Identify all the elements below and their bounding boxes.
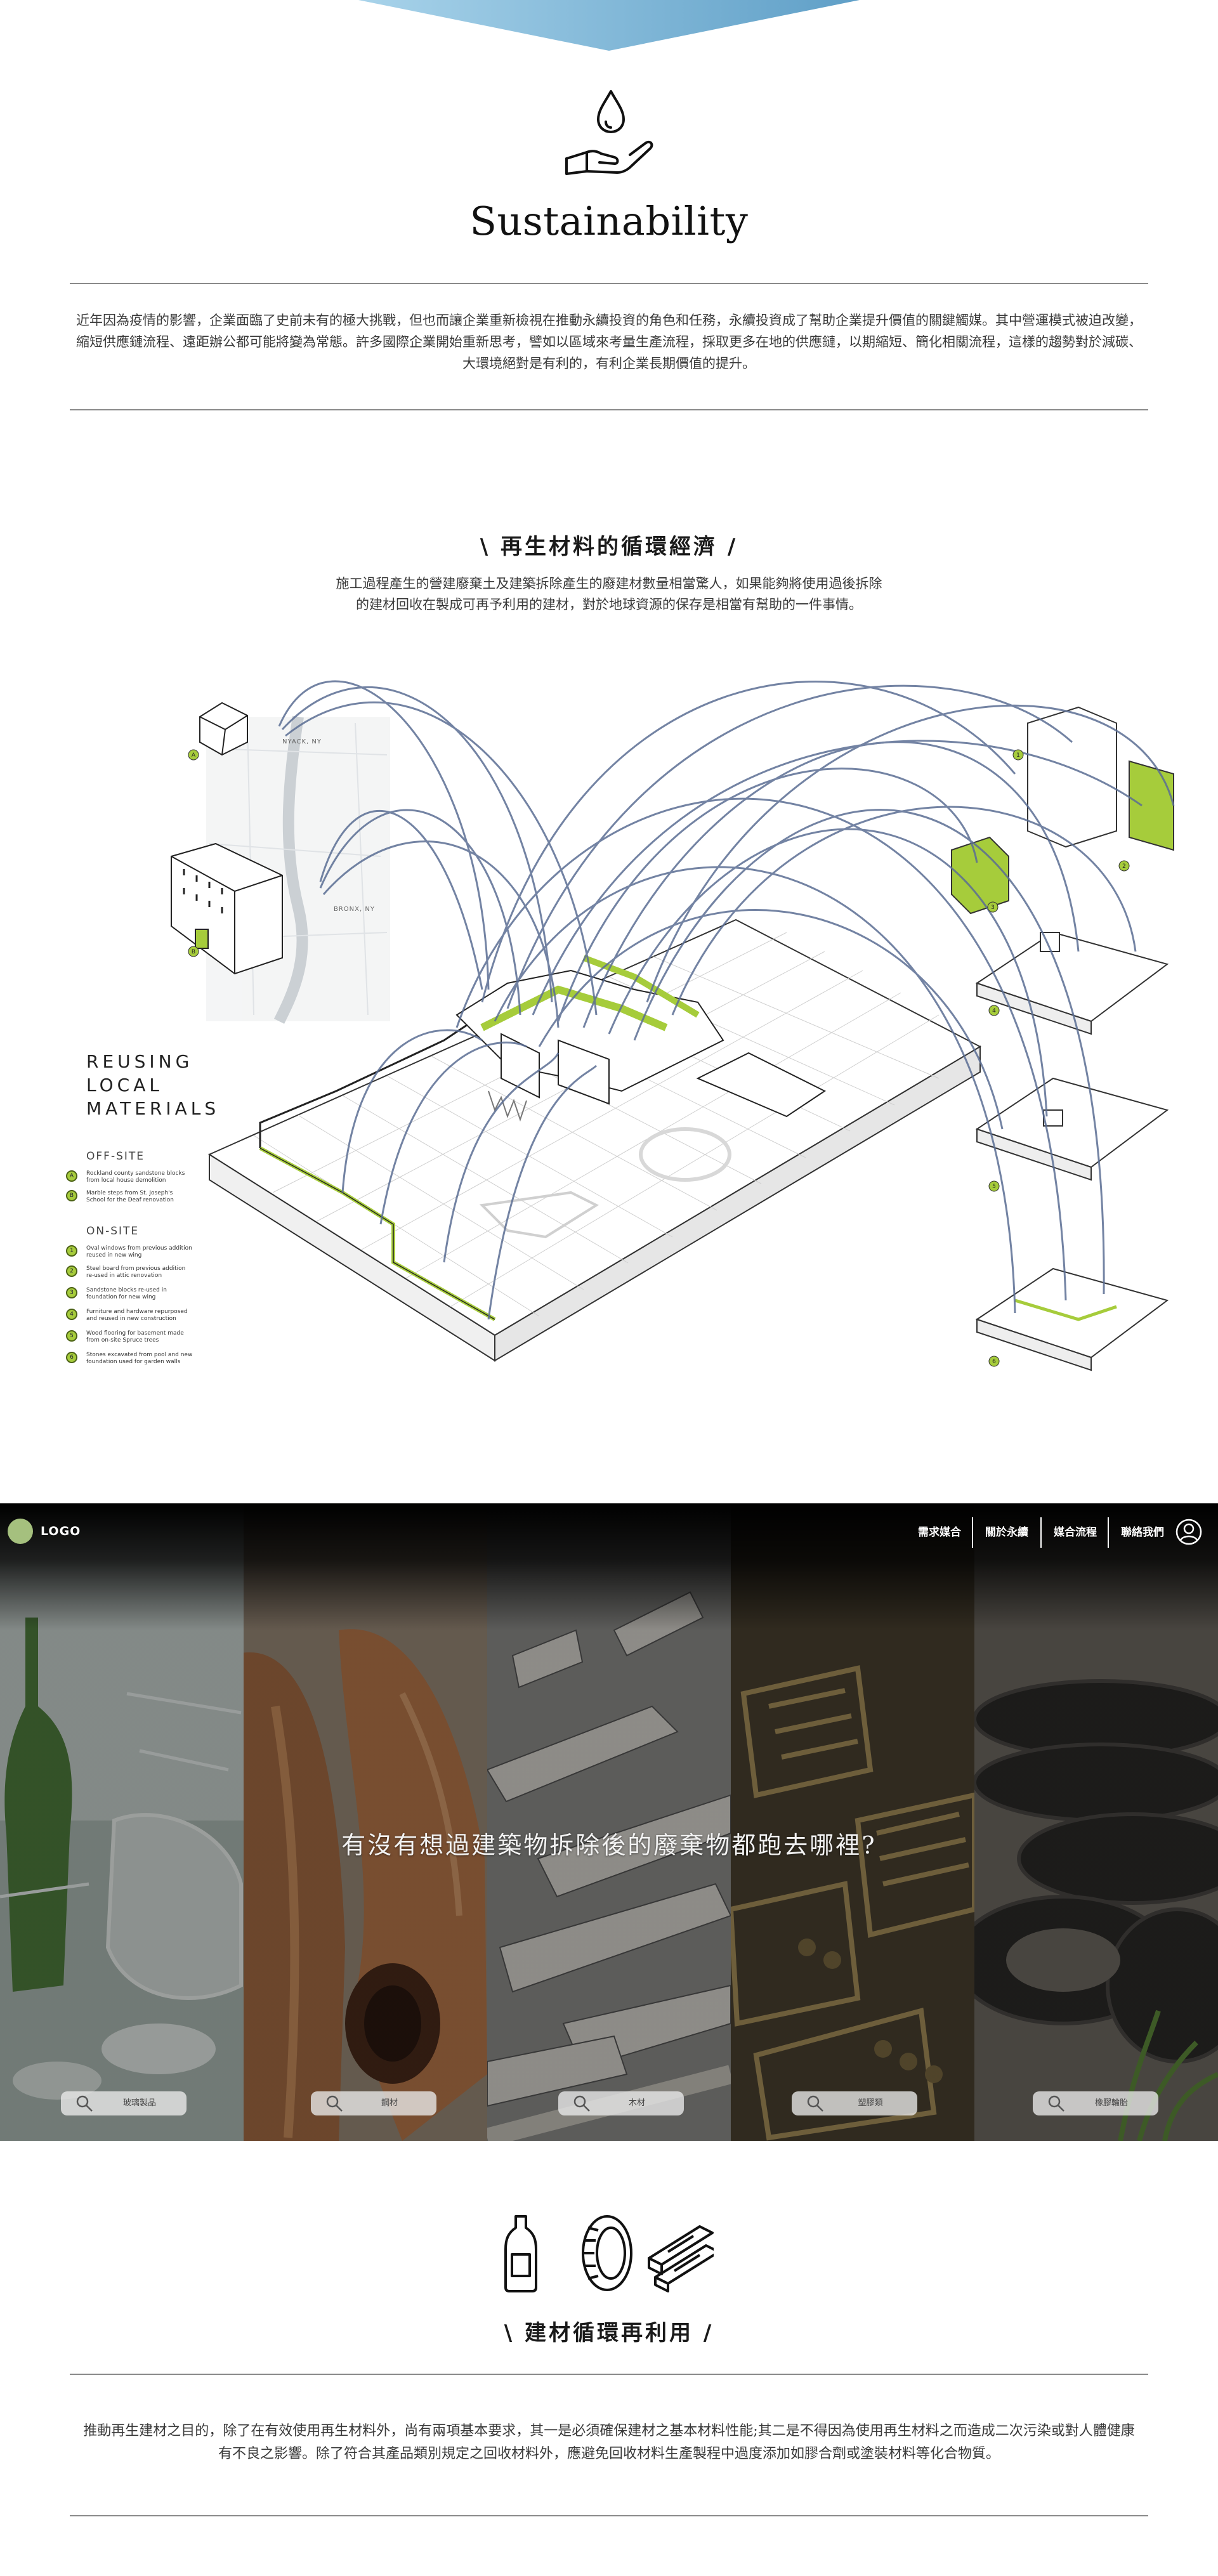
chip-label: 橡膠輪胎: [1094, 2098, 1128, 2108]
legend-text: Oval windows from previous addition reus…: [86, 1245, 192, 1259]
chip-label: 木材: [628, 2098, 645, 2108]
top-banner: [358, 0, 860, 51]
search-chip-steel[interactable]: 鋼材: [311, 2091, 436, 2115]
band-overlay: [0, 1503, 1218, 2141]
legend-badge: A: [66, 1170, 77, 1182]
reuse-title: REUSING LOCAL MATERIALS: [86, 1050, 219, 1120]
search-icon: [573, 2095, 590, 2112]
divider: [70, 283, 1148, 284]
page-title: Sustainability: [469, 198, 749, 244]
svg-text:5: 5: [992, 1184, 996, 1190]
nav-divider: [1108, 1517, 1109, 1548]
user-account-icon[interactable]: [1175, 1518, 1203, 1546]
legend-text: Rockland county sandstone blocks from lo…: [86, 1170, 185, 1184]
logo-text[interactable]: LOGO: [41, 1524, 81, 1538]
chip-label: 玻璃製品: [122, 2098, 156, 2108]
reuse-title-line: REUSING: [86, 1051, 193, 1072]
legend-badge: 1: [66, 1245, 77, 1257]
desc-line-2: 的建材回收在製成可再予利用的建材，對於地球資源的保存是相當有幫助的一件事情。: [356, 597, 862, 612]
svg-text:4: 4: [992, 1008, 996, 1014]
search-chip-wood[interactable]: 木材: [558, 2091, 684, 2115]
legend-badge: 4: [66, 1309, 77, 1320]
onsite-label: ON-SITE: [86, 1225, 140, 1238]
offsite-label: OFF-SITE: [86, 1150, 145, 1163]
chip-label: 塑膠類: [858, 2098, 883, 2108]
legend-text: Marble steps from St. Joseph's School fo…: [86, 1190, 174, 1203]
tyre-icon: [582, 2215, 632, 2291]
legend-badge: 5: [66, 1330, 77, 1342]
search-icon: [1048, 2095, 1064, 2112]
legend-text: Stones excavated from pool and new found…: [86, 1352, 193, 1365]
svg-text:3: 3: [991, 905, 995, 911]
desc-line-1: 施工過程產生的營建廢棄土及建築拆除產生的廢建材數量相當驚人，如果能夠將使用過後拆…: [336, 576, 882, 591]
circular-economy-title: \ 再生材料的循環經濟 /: [480, 534, 738, 559]
nav-item-sustainability[interactable]: 關於永續: [978, 1521, 1035, 1544]
search-icon: [76, 2095, 93, 2112]
navbar: LOGO 需求媒合 關於永續 媒合流程 聯絡我們: [0, 1503, 1218, 1560]
legend-text: Steel board from previous addition re-us…: [86, 1265, 186, 1279]
legend-item: 6 Stones excavated from pool and new fou…: [66, 1352, 193, 1366]
divider: [70, 2374, 1148, 2375]
legend-item: B Marble steps from St. Joseph's School …: [66, 1190, 193, 1204]
legend-item: 3 Sandstone blocks re-used in foundation…: [66, 1287, 193, 1301]
legend-item: 5 Wood flooring for basement made from o…: [66, 1330, 193, 1344]
svg-text:6: 6: [992, 1359, 996, 1365]
recycle-title: \ 建材循環再利用 /: [504, 2320, 714, 2346]
nav-divider: [1040, 1517, 1042, 1548]
search-icon: [807, 2095, 823, 2112]
nav-divider: [972, 1517, 973, 1548]
nav-item-contact[interactable]: 聯絡我們: [1114, 1521, 1171, 1544]
search-chip-glass[interactable]: 玻璃製品: [61, 2091, 187, 2115]
search-chip-plastic[interactable]: 塑膠類: [792, 2091, 917, 2115]
svg-text:1: 1: [1016, 752, 1020, 759]
legend-text: Wood flooring for basement made from on-…: [86, 1330, 184, 1344]
legend-text: Sandstone blocks re-used in foundation f…: [86, 1287, 167, 1300]
hand-water-drop-icon: [565, 90, 653, 175]
nav-item-process[interactable]: 媒合流程: [1047, 1521, 1104, 1544]
logo-icon[interactable]: [8, 1519, 33, 1544]
svg-text:B: B: [192, 949, 195, 955]
legend-item: 2 Steel board from previous addition re-…: [66, 1265, 193, 1279]
reuse-materials-diagram: NYACK, NY BRONX, NY A B 1 2 3 4 5 6: [171, 680, 1175, 1371]
svg-text:A: A: [192, 752, 196, 759]
right-modules: [951, 706, 1174, 1371]
legend-item: 4 Furniture and hardware repurposed and …: [66, 1309, 193, 1323]
legend-text: Furniture and hardware repurposed and re…: [86, 1309, 188, 1322]
material-icons: [504, 2215, 714, 2292]
wood-planks-icon: [648, 2225, 714, 2292]
legend-badge: 6: [66, 1352, 77, 1363]
divider: [70, 2515, 1148, 2516]
reuse-title-line: MATERIALS: [86, 1098, 220, 1119]
nav-item-matching[interactable]: 需求媒合: [911, 1521, 968, 1544]
legend-badge: 3: [66, 1287, 77, 1298]
divider: [70, 409, 1148, 410]
search-chip-tyres[interactable]: 橡膠輪胎: [1033, 2091, 1158, 2115]
search-icon: [326, 2095, 343, 2112]
legend-badge: 2: [66, 1265, 77, 1277]
reuse-title-line: LOCAL: [86, 1075, 163, 1095]
map-label-bronx: BRONX, NY: [334, 906, 375, 913]
legend-item: 1 Oval windows from previous addition re…: [66, 1245, 193, 1259]
recycle-paragraph: 推動再生建材之目的，除了在有效使用再生材料外，尚有兩項基本要求，其一是必須確保建…: [83, 2423, 1135, 2462]
intro-paragraph: 近年因為疫情的影響，企業面臨了史前未有的極大挑戰，但也而讓企業重新檢視在推動永續…: [76, 313, 1142, 371]
legend-item: A Rockland county sandstone blocks from …: [66, 1170, 193, 1184]
circular-economy-desc: 施工過程產生的營建廢棄土及建築拆除產生的廢建材數量相當驚人，如果能夠將使用過後拆…: [292, 573, 926, 615]
bottle-icon: [504, 2215, 537, 2292]
map-label-nyack: NYACK, NY: [282, 738, 322, 745]
band-headline: 有沒有想過建築物拆除後的廢棄物都跑去哪裡?: [341, 1831, 877, 1859]
svg-text:2: 2: [1122, 863, 1126, 870]
chip-label: 鋼材: [381, 2098, 398, 2108]
legend-badge: B: [66, 1190, 77, 1201]
